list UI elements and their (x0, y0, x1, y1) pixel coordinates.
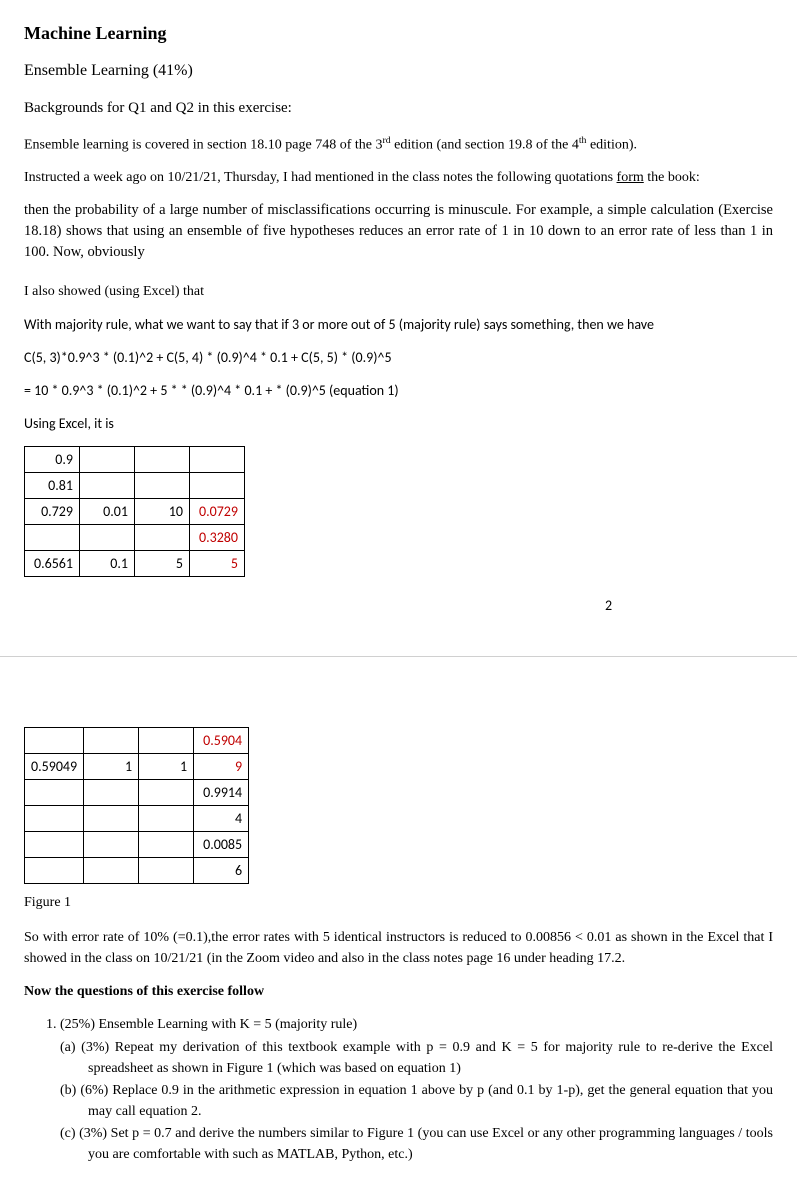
cell: 5 (135, 551, 190, 577)
equation-line-1: C(5, 3)*0.9^3 * (0.1)^2 + C(5, 4) * (0.9… (24, 347, 773, 368)
cell: 0.59049 (25, 754, 84, 780)
cell (84, 728, 139, 754)
paragraph-using-excel: Using Excel, it is (24, 413, 773, 434)
cell (25, 858, 84, 884)
cell (135, 447, 190, 473)
cell (84, 806, 139, 832)
sub-list: (a) (3%) Repeat my derivation of this te… (60, 1037, 773, 1165)
background-heading: Backgrounds for Q1 and Q2 in this exerci… (24, 97, 773, 120)
table-row: 6 (25, 858, 249, 884)
question-main: (25%) Ensemble Learning with K = 5 (majo… (60, 1017, 357, 1032)
cell: 0.81 (25, 473, 80, 499)
text: Ensemble learning is covered in section … (24, 137, 382, 152)
excel-table-1: 0.9 0.81 0.729 0.01 10 0.0729 0.3280 0.6… (24, 446, 245, 577)
table-row: 0.9 (25, 447, 245, 473)
question-list: (25%) Ensemble Learning with K = 5 (majo… (24, 1014, 773, 1165)
quote-block: then the probability of a large number o… (24, 200, 773, 263)
superscript: rd (382, 135, 390, 146)
cell: 10 (135, 499, 190, 525)
cell (139, 858, 194, 884)
cell (25, 728, 84, 754)
cell: 0.729 (25, 499, 80, 525)
text: (b) (6%) Replace 0.9 in the arithmetic e… (60, 1083, 773, 1119)
paragraph-coverage: Ensemble learning is covered in section … (24, 134, 773, 156)
paragraph-showed: I also showed (using Excel) that (24, 281, 773, 302)
table-row: 0.5904 (25, 728, 249, 754)
text: (a) (3%) Repeat my derivation of this te… (60, 1040, 773, 1076)
question-1a: (a) (3%) Repeat my derivation of this te… (60, 1037, 773, 1079)
figure-caption: Figure 1 (24, 892, 773, 913)
text-underline: form (617, 170, 644, 185)
cell (139, 832, 194, 858)
cell (80, 525, 135, 551)
cell: 0.9914 (194, 780, 249, 806)
cell (139, 728, 194, 754)
text: (c) (3%) Set p = 0.7 and derive the numb… (60, 1126, 773, 1162)
cell (139, 780, 194, 806)
cell (25, 780, 84, 806)
table-row: 0.729 0.01 10 0.0729 (25, 499, 245, 525)
cell (84, 832, 139, 858)
table-row: 0.3280 (25, 525, 245, 551)
cell: 0.1 (80, 551, 135, 577)
cell: 0.01 (80, 499, 135, 525)
text: the book: (644, 170, 700, 185)
paragraph-error-rate: So with error rate of 10% (=0.1),the err… (24, 927, 773, 969)
cell: 0.9 (25, 447, 80, 473)
cell (25, 832, 84, 858)
text: Instructed a week ago on 10/21/21, Thurs… (24, 170, 617, 185)
table-row: 0.81 (25, 473, 245, 499)
cell (135, 473, 190, 499)
cell (80, 473, 135, 499)
paragraph-majority-rule: With majority rule, what we want to say … (24, 314, 773, 335)
table-row: 0.59049 1 1 9 (25, 754, 249, 780)
paragraph-instructed: Instructed a week ago on 10/21/21, Thurs… (24, 167, 773, 188)
cell: 0.5904 (194, 728, 249, 754)
cell (80, 447, 135, 473)
cell (190, 473, 245, 499)
exercise-heading: Now the questions of this exercise follo… (24, 981, 773, 1002)
page-title: Machine Learning (24, 20, 773, 47)
cell (139, 806, 194, 832)
cell (25, 525, 80, 551)
cell: 4 (194, 806, 249, 832)
question-1b: (b) (6%) Replace 0.9 in the arithmetic e… (60, 1080, 773, 1122)
question-1c: (c) (3%) Set p = 0.7 and derive the numb… (60, 1123, 773, 1165)
cell (84, 780, 139, 806)
cell: 9 (194, 754, 249, 780)
question-1: (25%) Ensemble Learning with K = 5 (majo… (60, 1014, 773, 1165)
cell (25, 806, 84, 832)
cell: 0.3280 (190, 525, 245, 551)
cell: 0.0085 (194, 832, 249, 858)
cell (84, 858, 139, 884)
table-row: 0.9914 (25, 780, 249, 806)
table-row: 4 (25, 806, 249, 832)
table-row: 0.0085 (25, 832, 249, 858)
page-break (0, 656, 797, 667)
text: edition). (586, 137, 637, 152)
table-row: 0.6561 0.1 5 5 (25, 551, 245, 577)
cell: 1 (139, 754, 194, 780)
subtitle: Ensemble Learning (41%) (24, 59, 773, 83)
cell: 6 (194, 858, 249, 884)
equation-line-2: = 10 * 0.9^3 * (0.1)^2 + 5 * * (0.9)^4 *… (24, 380, 773, 401)
cell (135, 525, 190, 551)
page-number: 2 (24, 595, 773, 616)
cell: 0.6561 (25, 551, 80, 577)
cell: 1 (84, 754, 139, 780)
text: edition (and section 19.8 of the 4 (391, 137, 579, 152)
excel-table-2: 0.5904 0.59049 1 1 9 0.9914 4 0.0085 6 (24, 727, 249, 884)
cell (190, 447, 245, 473)
cell: 0.0729 (190, 499, 245, 525)
cell: 5 (190, 551, 245, 577)
